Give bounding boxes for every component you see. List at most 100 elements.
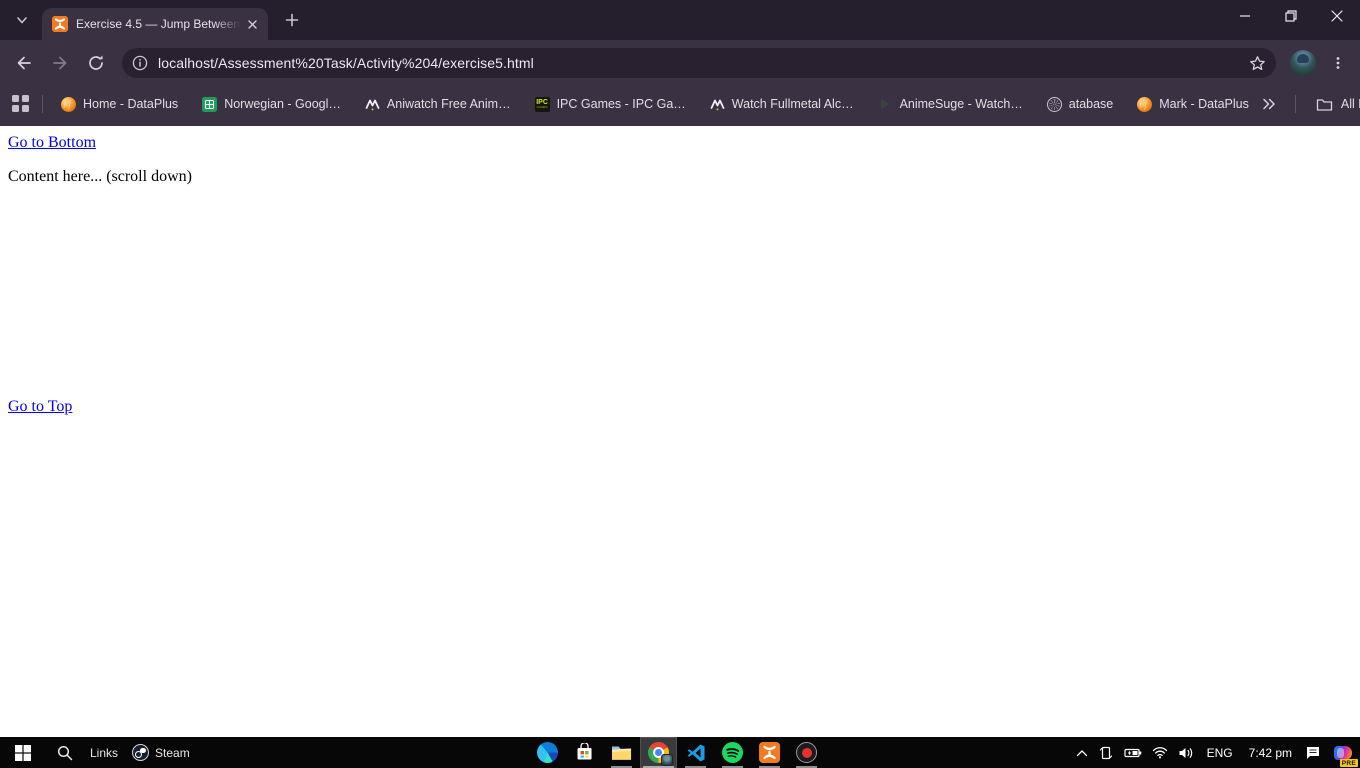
taskbar-recorder-button[interactable] bbox=[788, 737, 825, 768]
action-center-icon[interactable] bbox=[1300, 737, 1326, 768]
bookmark-label: Aniwatch Free Anim… bbox=[387, 97, 511, 111]
folder-icon bbox=[1316, 97, 1333, 112]
language-indicator[interactable]: ENG bbox=[1199, 746, 1241, 760]
arrow-left-icon bbox=[15, 54, 33, 72]
sphere-icon bbox=[1047, 97, 1062, 112]
page-paragraph: Content here... (scroll down) bbox=[8, 168, 1352, 186]
bookmark-animesuge[interactable]: AnimeSuge - Watch… bbox=[872, 93, 1029, 116]
all-bookmarks-label: All Bookmarks bbox=[1341, 97, 1360, 111]
bookmark-label: atabase bbox=[1069, 97, 1113, 111]
restore-button[interactable] bbox=[1268, 0, 1314, 32]
bookmark-atabase[interactable]: atabase bbox=[1041, 93, 1119, 116]
aniwatch-icon bbox=[710, 97, 725, 112]
browser-toolbar: localhost/Assessment%20Task/Activity%204… bbox=[0, 40, 1360, 86]
clock[interactable]: 7:42 pm bbox=[1241, 746, 1300, 760]
tab-title: Exercise 4.5 — Jump Between To bbox=[76, 17, 244, 31]
taskbar-xampp-button[interactable] bbox=[751, 737, 788, 768]
tab-close-icon[interactable] bbox=[244, 16, 260, 32]
new-tab-button[interactable] bbox=[278, 6, 306, 34]
divider bbox=[42, 95, 43, 113]
bookmark-mark-dataplus[interactable]: Mark - DataPlus bbox=[1131, 93, 1255, 116]
spotify-icon bbox=[722, 742, 743, 763]
double-chevron-right-icon bbox=[1262, 98, 1276, 110]
close-window-button[interactable] bbox=[1314, 0, 1360, 32]
bookmark-star-icon[interactable] bbox=[1244, 50, 1270, 76]
arrow-right-icon bbox=[51, 54, 69, 72]
battery-charging-icon[interactable] bbox=[1119, 737, 1147, 768]
divider bbox=[1295, 95, 1296, 113]
plus-icon bbox=[285, 13, 299, 27]
microsoft-store-icon bbox=[575, 743, 594, 762]
links-label: Links bbox=[90, 746, 118, 760]
taskbar-store-button[interactable] bbox=[566, 737, 603, 768]
browser-menu-button[interactable] bbox=[1324, 49, 1352, 77]
taskbar-explorer-button[interactable] bbox=[603, 737, 640, 768]
all-bookmarks-button[interactable]: All Bookmarks bbox=[1308, 93, 1360, 116]
taskbar-spotify-button[interactable] bbox=[714, 737, 751, 768]
page-spacer bbox=[8, 202, 1352, 398]
browser-tab[interactable]: Exercise 4.5 — Jump Between To bbox=[42, 8, 268, 40]
dataplus-globe-icon bbox=[61, 97, 76, 112]
xampp-icon bbox=[759, 742, 780, 763]
volume-icon[interactable] bbox=[1173, 737, 1199, 768]
restore-icon bbox=[1285, 10, 1297, 22]
taskbar-vscode-button[interactable] bbox=[677, 737, 714, 768]
links-toolbar[interactable]: Links bbox=[84, 737, 124, 768]
tray-chevron-up-icon[interactable] bbox=[1071, 737, 1093, 768]
play-icon bbox=[878, 97, 893, 112]
steam-label: Steam bbox=[155, 746, 190, 760]
bookmark-home-dataplus[interactable]: Home - DataPlus bbox=[55, 93, 184, 116]
forward-button[interactable] bbox=[44, 47, 76, 79]
url-text[interactable]: localhost/Assessment%20Task/Activity%204… bbox=[158, 55, 1244, 71]
edge-icon bbox=[537, 742, 558, 763]
taskbar-search-button[interactable] bbox=[46, 737, 84, 768]
taskbar-pinned-apps bbox=[529, 737, 825, 768]
copilot-icon bbox=[1334, 746, 1352, 760]
taskbar-edge-button[interactable] bbox=[529, 737, 566, 768]
minimize-icon bbox=[1239, 10, 1251, 22]
ipc-games-icon: IPCGAMES bbox=[535, 97, 550, 112]
bookmark-fullmetal[interactable]: Watch Fullmetal Alc… bbox=[704, 93, 860, 116]
address-bar[interactable]: localhost/Assessment%20Task/Activity%204… bbox=[122, 48, 1276, 78]
search-icon bbox=[57, 745, 73, 761]
reload-button[interactable] bbox=[80, 47, 112, 79]
aniwatch-icon bbox=[365, 97, 380, 112]
screen: Exercise 4.5 — Jump Between To bbox=[0, 0, 1360, 768]
google-sheets-icon bbox=[202, 97, 217, 112]
screen-recorder-icon bbox=[796, 742, 817, 763]
copilot-preview-badge: PRE bbox=[1340, 759, 1358, 767]
tab-search-button[interactable] bbox=[8, 6, 36, 34]
three-dots-icon bbox=[1331, 56, 1345, 70]
bookmarks-bar: Home - DataPlus Norwegian - Googl… Aniwa… bbox=[0, 86, 1360, 126]
taskbar: Links Steam bbox=[0, 737, 1360, 768]
wifi-icon[interactable] bbox=[1147, 737, 1173, 768]
system-tray: ENG 7:42 pm PRE bbox=[1071, 737, 1360, 768]
bookmark-ipc-games[interactable]: IPCGAMES IPC Games - IPC Ga… bbox=[529, 93, 692, 116]
reload-icon bbox=[87, 54, 105, 72]
dataplus-globe-icon bbox=[1137, 97, 1152, 112]
back-button[interactable] bbox=[8, 47, 40, 79]
vscode-icon bbox=[686, 743, 706, 763]
taskbar-chrome-button[interactable] bbox=[640, 737, 677, 768]
page-content: Go to Bottom Content here... (scroll dow… bbox=[0, 126, 1360, 737]
steam-shortcut[interactable]: Steam bbox=[124, 737, 198, 768]
minimize-button[interactable] bbox=[1222, 0, 1268, 32]
go-to-top-link[interactable]: Go to Top bbox=[8, 398, 72, 415]
bookmark-label: Mark - DataPlus bbox=[1159, 97, 1249, 111]
bookmark-norwegian-sheets[interactable]: Norwegian - Googl… bbox=[196, 93, 347, 116]
bookmark-label: IPC Games - IPC Ga… bbox=[557, 97, 686, 111]
chrome-profile-badge bbox=[662, 755, 672, 765]
site-info-icon[interactable] bbox=[128, 51, 152, 75]
bookmark-aniwatch[interactable]: Aniwatch Free Anim… bbox=[359, 93, 517, 116]
bookmark-label: Home - DataPlus bbox=[83, 97, 178, 111]
go-to-bottom-link[interactable]: Go to Bottom bbox=[8, 134, 96, 151]
apps-grid-icon[interactable] bbox=[12, 95, 30, 113]
copilot-preview-button[interactable]: PRE bbox=[1326, 737, 1360, 768]
file-explorer-icon bbox=[611, 744, 632, 762]
xampp-favicon-icon bbox=[52, 16, 68, 32]
bookmarks-overflow-button[interactable] bbox=[1255, 90, 1283, 118]
tablet-sync-icon[interactable] bbox=[1093, 737, 1119, 768]
profile-avatar[interactable] bbox=[1290, 50, 1316, 76]
steam-icon bbox=[132, 744, 149, 761]
start-button[interactable] bbox=[0, 737, 46, 768]
